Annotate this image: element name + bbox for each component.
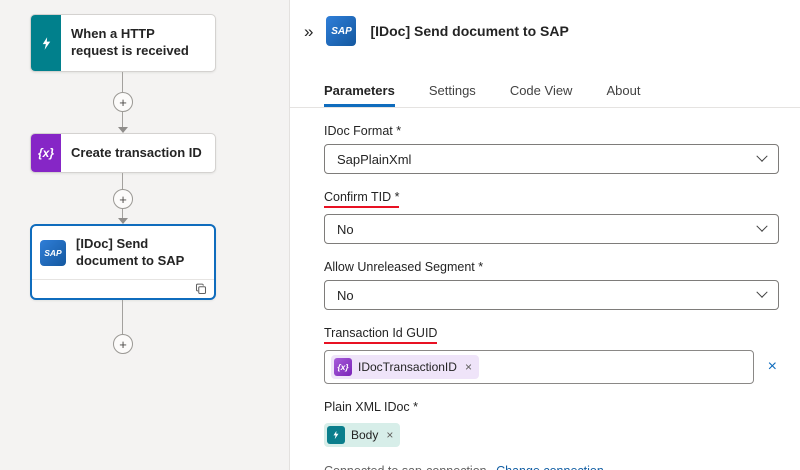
idoc-format-dropdown[interactable]: SapPlainXml [324,144,779,174]
token-pill-idoctransactionid[interactable]: {x} IDocTransactionID × [331,355,479,379]
connection-footer: Connected to sap-connection. Change conn… [290,458,800,470]
collapse-panel-button[interactable]: » [300,21,316,42]
remove-token-icon[interactable]: × [465,361,472,373]
connection-status-text: Connected to sap-connection. [324,464,490,470]
field-label-annotated: Confirm TID * [324,190,399,208]
token-row: {x} IDocTransactionID × × [324,350,779,384]
allow-unreleased-segment-dropdown[interactable]: No [324,280,779,310]
http-request-icon [31,15,61,71]
node-title: [IDoc] Send document to SAP [74,236,206,270]
insert-step-button[interactable]: + [113,189,133,209]
workflow-designer: When a HTTP request is received + {x} Cr… [0,0,800,470]
expression-icon: {x} [31,134,61,172]
node-footer [32,279,214,298]
node-http-request-trigger[interactable]: When a HTTP request is received [30,14,216,72]
node-title: Create transaction ID [61,145,212,162]
tab-settings[interactable]: Settings [429,76,476,107]
sap-icon: SAP [326,16,356,46]
lightning-bolt-icon [331,430,341,440]
lightning-bolt-icon [39,36,54,51]
tab-code-view[interactable]: Code View [510,76,573,107]
copy-button[interactable] [195,283,207,295]
field-idoc-format: IDoc Format * SapPlainXml [324,122,779,174]
tab-bar: Parameters Settings Code View About [290,76,800,108]
plus-icon: + [119,96,127,109]
parameters-form: IDoc Format * SapPlainXml Confirm TID * … [290,108,800,450]
sap-glyph: SAP [331,26,352,37]
transaction-id-guid-input[interactable]: {x} IDocTransactionID × [324,350,754,384]
node-content: SAP [IDoc] Send document to SAP [32,226,214,279]
token-label: Body [351,428,378,442]
dropdown-value: No [337,288,354,303]
sap-icon: SAP [40,240,66,266]
node-title: When a HTTP request is received [61,26,215,60]
chevron-down-icon [756,151,767,162]
panel-title: [IDoc] Send document to SAP [370,23,568,39]
dropdown-value: No [337,222,354,237]
dropdown-value: SapPlainXml [337,152,411,167]
flow-canvas: When a HTTP request is received + {x} Cr… [0,0,290,470]
insert-step-button[interactable]: + [113,334,133,354]
sap-glyph: SAP [44,248,61,258]
field-transaction-id-guid: Transaction Id GUID {x} IDocTransactionI… [324,324,779,384]
field-label-annotated: Transaction Id GUID [324,326,437,344]
tab-parameters[interactable]: Parameters [324,76,395,107]
action-details-panel: » SAP [IDoc] Send document to SAP Parame… [290,0,800,470]
flow-edge [122,300,123,334]
plus-icon: + [119,193,127,206]
node-create-transaction-id[interactable]: {x} Create transaction ID [30,133,216,173]
http-request-icon [327,426,345,444]
panel-header: » SAP [IDoc] Send document to SAP [290,0,800,46]
field-allow-unreleased-segment: Allow Unreleased Segment * No [324,258,779,310]
chevron-down-icon [756,287,767,298]
tab-about[interactable]: About [606,76,640,107]
token-pill-body[interactable]: Body × [324,423,400,447]
token-label: IDocTransactionID [358,360,457,374]
plus-icon: + [119,338,127,351]
field-label: IDoc Format * [324,124,401,138]
expression-glyph: {x} [337,362,348,372]
chevron-down-icon [756,221,767,232]
expression-icon: {x} [334,358,352,376]
change-connection-link[interactable]: Change connection. [496,464,607,470]
field-plain-xml-idoc: Plain XML IDoc * Body × [324,398,779,450]
remove-token-icon[interactable]: × [386,429,393,441]
node-send-document-to-sap[interactable]: SAP [IDoc] Send document to SAP [30,224,216,300]
clear-field-button[interactable]: × [766,359,779,375]
expression-glyph: {x} [38,146,54,160]
field-label: Allow Unreleased Segment * [324,260,483,274]
plain-xml-idoc-input[interactable]: Body × [324,420,779,450]
field-confirm-tid: Confirm TID * No [324,188,779,244]
insert-step-button[interactable]: + [113,92,133,112]
confirm-tid-dropdown[interactable]: No [324,214,779,244]
copy-icon [195,283,207,295]
field-label: Plain XML IDoc * [324,400,418,414]
